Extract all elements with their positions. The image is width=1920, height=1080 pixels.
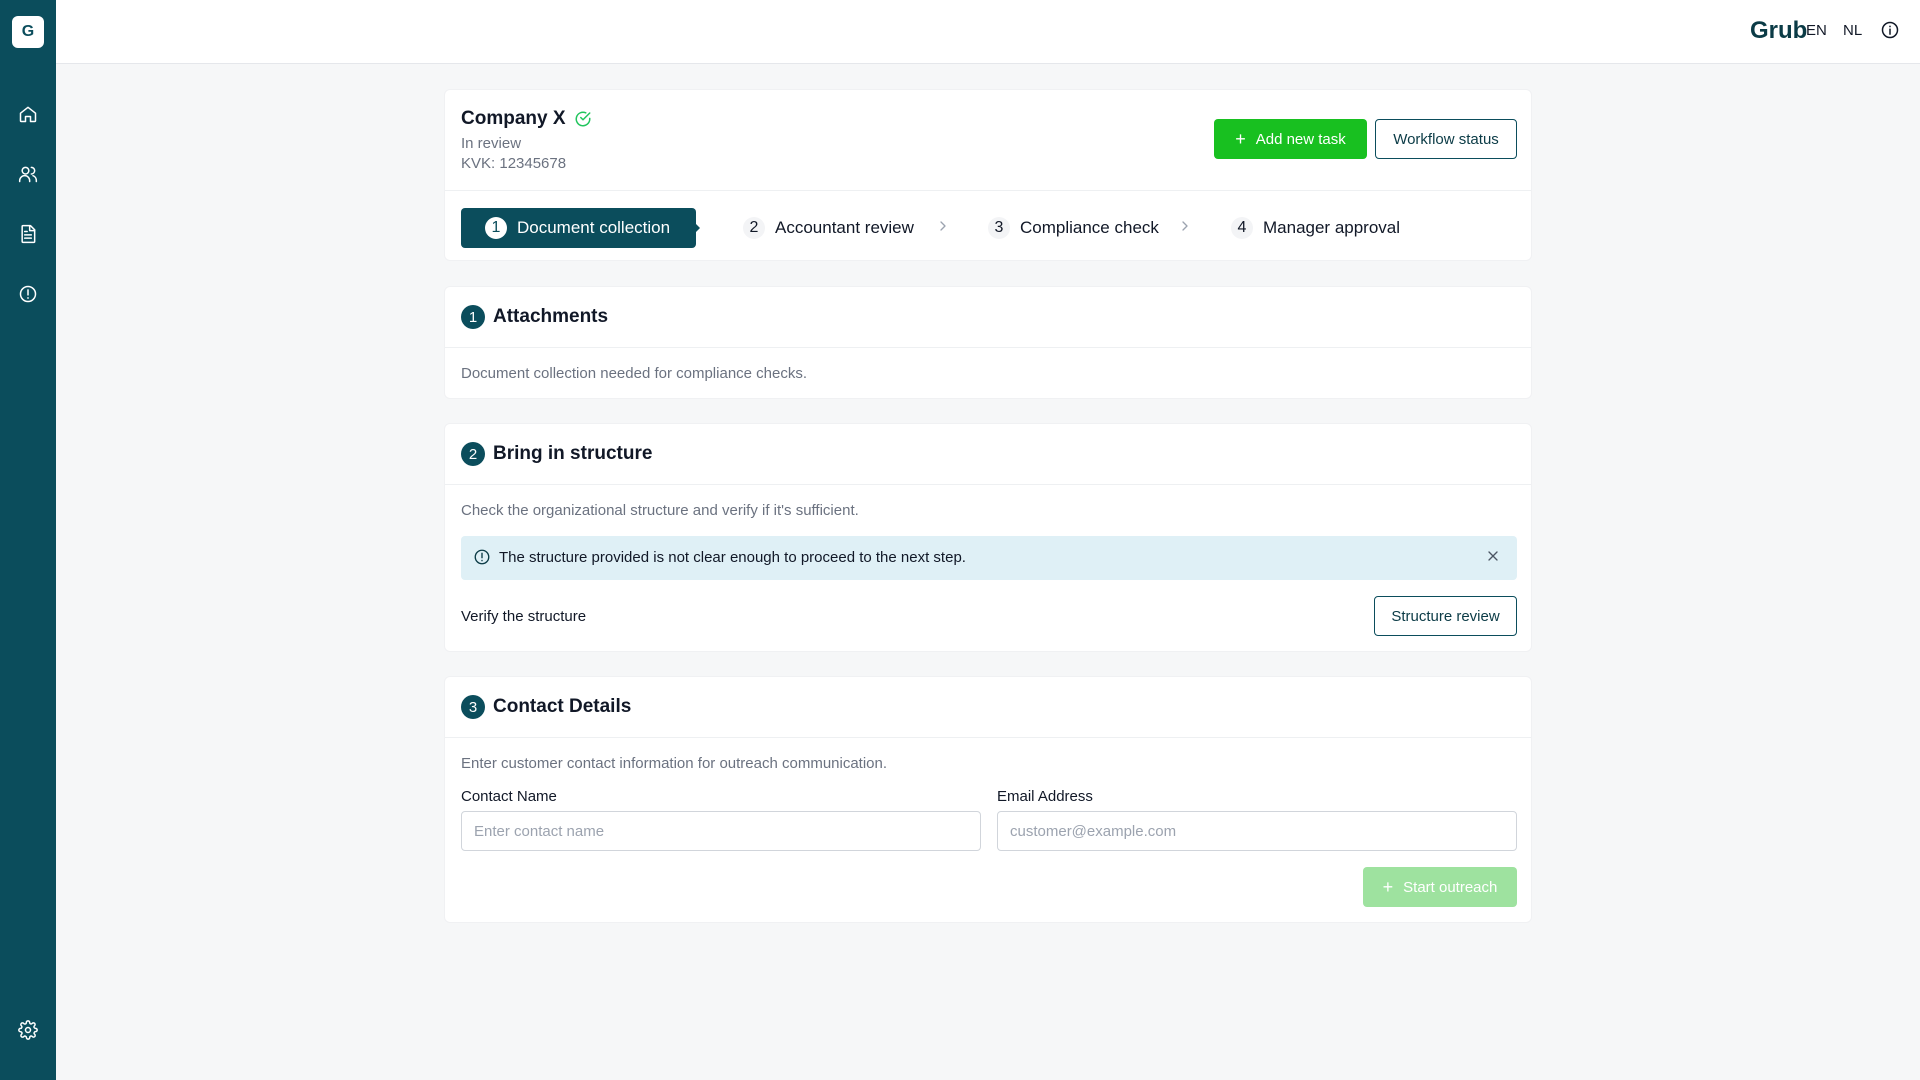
section-title: 2 Bring in structure (461, 442, 652, 466)
brand-logo: Grub (1750, 17, 1808, 44)
section-title-text: Contact Details (493, 696, 632, 717)
structure-review-button[interactable]: Structure review (1374, 596, 1517, 636)
chevron-right-icon (935, 218, 955, 238)
plus-icon: + (1382, 877, 1394, 897)
step-number: 1 (485, 217, 507, 239)
divider (445, 737, 1531, 738)
company-header: Company X (461, 108, 592, 130)
step-compliance-check[interactable]: 3 Compliance check (988, 208, 1159, 248)
plus-icon: + (1235, 129, 1246, 149)
document-icon[interactable] (16, 222, 40, 246)
gear-icon[interactable] (16, 1018, 40, 1042)
step-label: Manager approval (1263, 218, 1401, 237)
sidebar: G (0, 0, 56, 1080)
section-number: 1 (461, 305, 485, 329)
company-kvk: KVK: 12345678 (461, 155, 567, 172)
section-title: 1 Attachments (461, 305, 608, 329)
section-title: 3 Contact Details (461, 695, 631, 719)
add-task-label: Add new task (1255, 130, 1346, 148)
step-label: Accountant review (775, 218, 914, 237)
language-en[interactable]: EN (1806, 22, 1827, 39)
company-card: Company X In review KVK: 12345678 + Add … (444, 89, 1532, 261)
company-name: Company X (461, 108, 566, 129)
language-nl[interactable]: NL (1843, 22, 1862, 39)
email-address-input[interactable] (997, 811, 1517, 851)
home-icon[interactable] (16, 102, 40, 126)
chevron-right-icon (1177, 218, 1197, 238)
step-number: 4 (1231, 217, 1253, 239)
contact-section: 3 Contact Details Enter customer contact… (444, 676, 1532, 923)
info-icon (473, 548, 493, 568)
step-number: 3 (988, 217, 1010, 239)
verify-structure-label: Verify the structure (461, 608, 587, 625)
alert-circle-icon[interactable] (16, 282, 40, 306)
workflow-status-button[interactable]: Workflow status (1375, 119, 1517, 159)
structure-section: 2 Bring in structure Check the organizat… (444, 423, 1532, 652)
step-document-collection[interactable]: 1 Document collection (461, 208, 696, 248)
contact-name-label: Contact Name (461, 788, 557, 805)
alert-text: The structure provided is not clear enou… (499, 549, 966, 566)
check-circle-icon (574, 110, 592, 128)
section-number: 3 (461, 695, 485, 719)
structure-alert: The structure provided is not clear enou… (461, 536, 1517, 580)
step-manager-approval[interactable]: 4 Manager approval (1231, 208, 1400, 248)
step-label: Compliance check (1020, 218, 1159, 237)
contact-name-input[interactable] (461, 811, 981, 851)
start-outreach-label: Start outreach (1403, 878, 1498, 896)
section-number: 2 (461, 442, 485, 466)
divider (445, 190, 1531, 191)
section-description: Document collection needed for complianc… (461, 365, 808, 382)
step-label: Document collection (517, 218, 671, 237)
users-icon[interactable] (16, 162, 40, 186)
company-status: In review (461, 135, 522, 152)
add-task-button[interactable]: + Add new task (1214, 119, 1367, 159)
info-icon[interactable] (1880, 20, 1904, 44)
section-description: Check the organizational structure and v… (461, 502, 859, 519)
divider (445, 347, 1531, 348)
section-title-text: Attachments (493, 306, 609, 327)
close-icon[interactable] (1485, 548, 1505, 568)
divider (445, 484, 1531, 485)
active-step-arrow (693, 221, 700, 235)
section-title-text: Bring in structure (493, 443, 653, 464)
section-description: Enter customer contact information for o… (461, 755, 888, 772)
email-address-label: Email Address (997, 788, 1093, 805)
app-logo[interactable]: G (12, 16, 44, 48)
step-accountant-review[interactable]: 2 Accountant review (743, 208, 914, 248)
step-number: 2 (743, 217, 765, 239)
attachments-section: 1 Attachments Document collection needed… (444, 286, 1532, 399)
top-bar: Grub EN NL (56, 0, 1920, 64)
start-outreach-button[interactable]: + Start outreach (1363, 867, 1517, 907)
